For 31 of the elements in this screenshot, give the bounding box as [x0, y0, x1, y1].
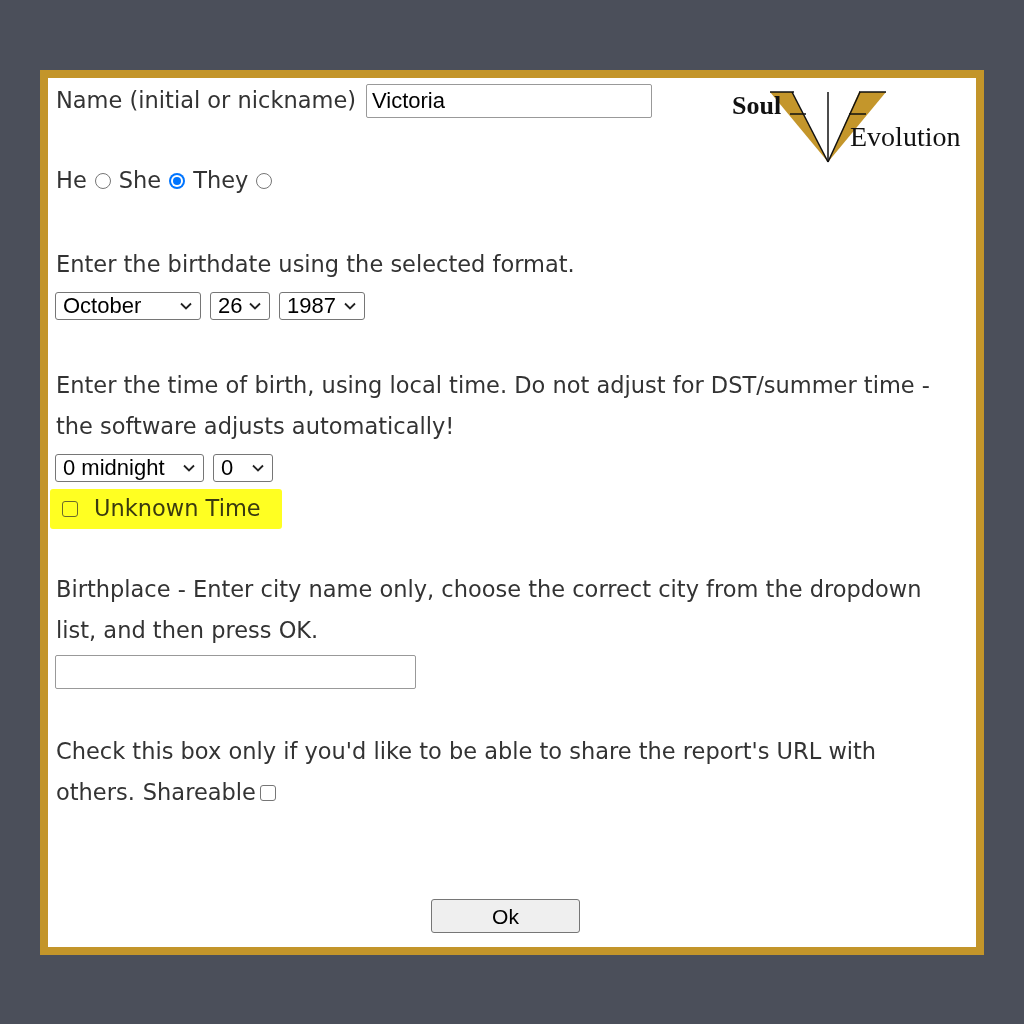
- shareable-checkbox[interactable]: [259, 784, 276, 801]
- name-label: Name (initial or nickname): [56, 86, 356, 116]
- chevron-down-icon: [249, 301, 261, 310]
- chevron-down-icon: [180, 301, 192, 310]
- birthdate-instruction: Enter the birthdate using the selected format.: [56, 250, 576, 279]
- radio-button[interactable]: [256, 173, 273, 189]
- unknown-time-checkbox[interactable]: [62, 500, 78, 517]
- chevron-down-icon: [252, 463, 264, 472]
- month-select[interactable]: October: [55, 291, 201, 320]
- logo-word: Soul: [732, 93, 782, 119]
- year-select[interactable]: 1987: [279, 291, 365, 320]
- chevron-down-icon: [344, 301, 356, 310]
- pronoun-label: She: [118, 166, 162, 196]
- logo-word: Evolution: [850, 123, 961, 151]
- birthplace-instruction: Birthplace - Enter city name only, choose the correct city from the dropdown list, and then press OK.: [56, 575, 923, 645]
- radio-button[interactable]: [169, 173, 186, 189]
- unknown-time-label: Unknown Time: [94, 493, 261, 523]
- radio-button[interactable]: [94, 173, 111, 189]
- pronoun-label: They: [193, 166, 249, 196]
- birthplace-field[interactable]: [55, 654, 416, 689]
- shareable-label: Shareable: [142, 778, 256, 807]
- hour-select[interactable]: 0 midnight: [55, 453, 204, 482]
- ok-button[interactable]: Ok: [431, 899, 580, 933]
- pronoun-label: He: [56, 166, 87, 196]
- day-select[interactable]: 26: [210, 291, 270, 320]
- time-instruction: Enter the time of birth, using local time. Do not adjust for DST/summer time - the software adjusts automatically!: [56, 371, 931, 441]
- chevron-down-icon: [183, 463, 195, 472]
- share-instruction: Check this box only if you'd like to be able to share the report's URL with: [56, 737, 877, 766]
- minute-select[interactable]: 0: [213, 453, 273, 482]
- name-field[interactable]: Victoria: [366, 84, 652, 118]
- share-instruction: others.: [56, 778, 135, 807]
